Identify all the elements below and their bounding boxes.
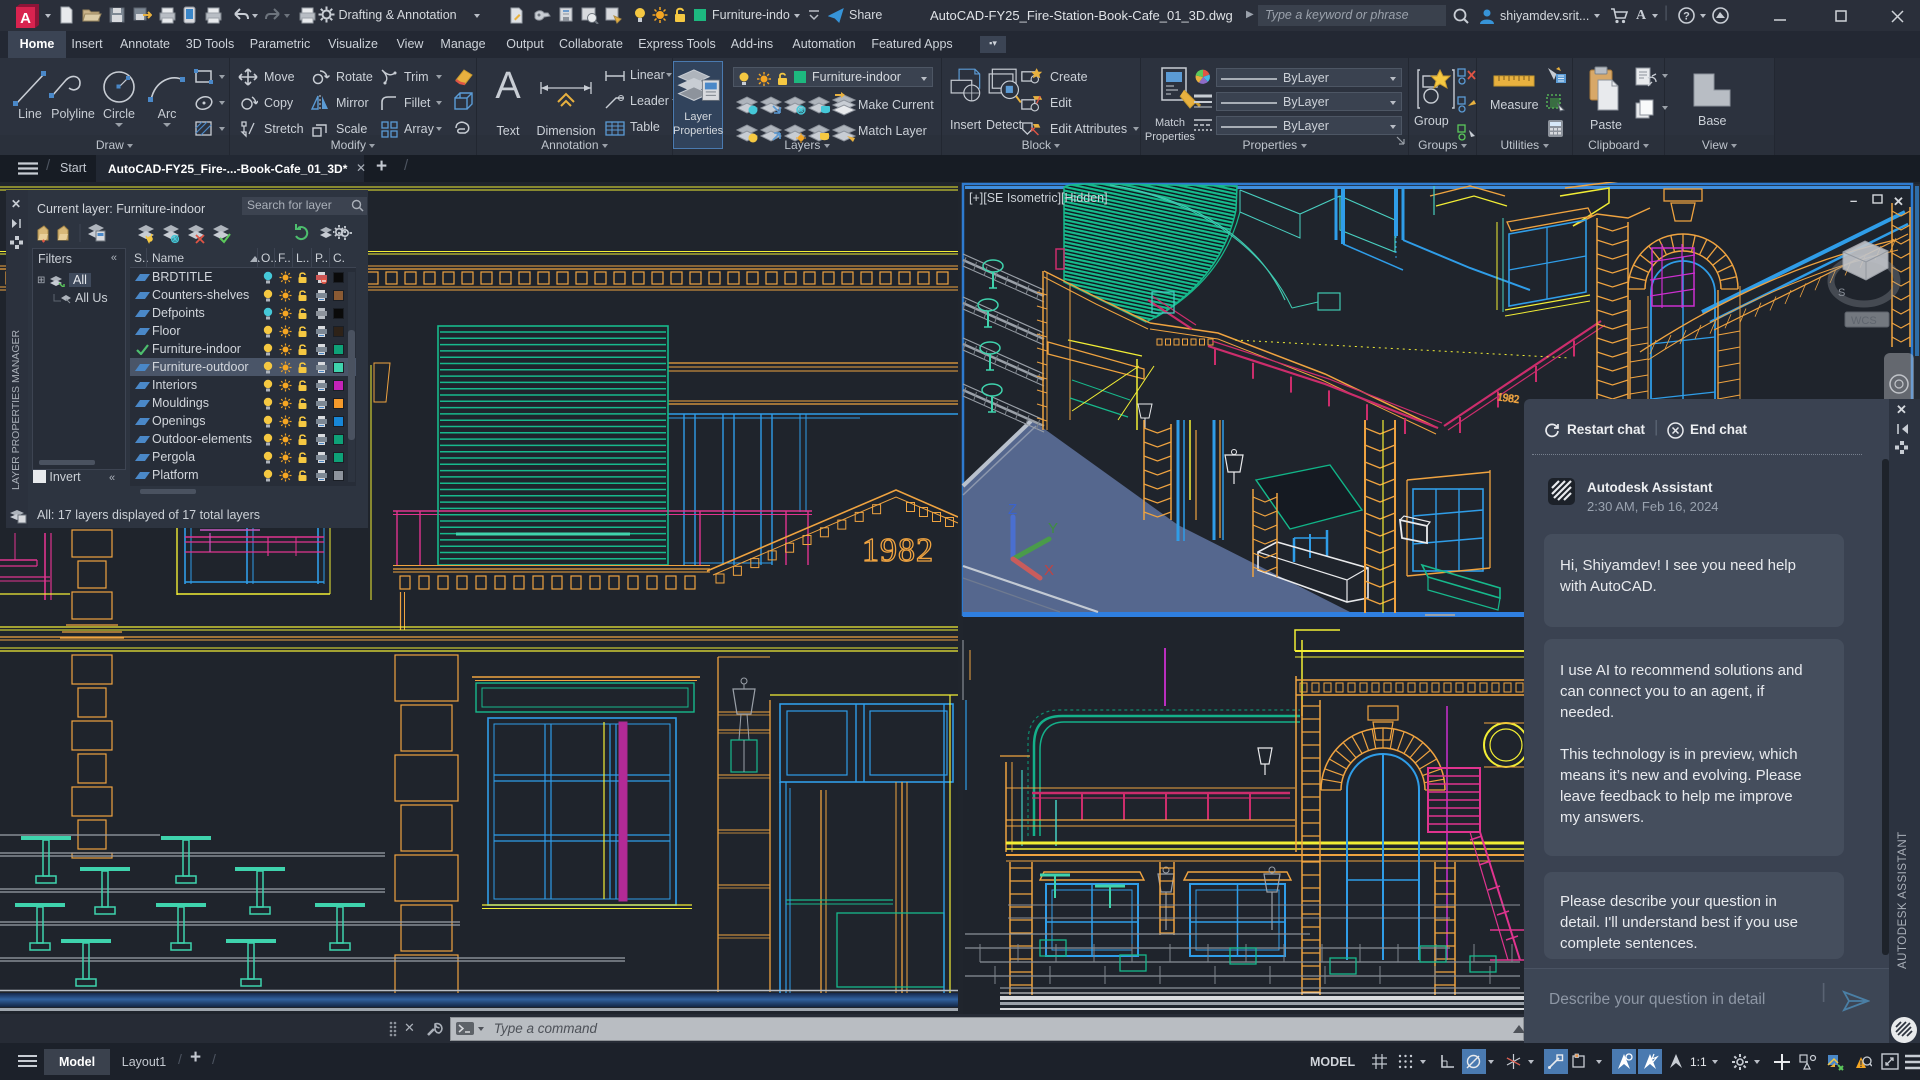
svg-text:[+][SE Isometric][Hidden]: [+][SE Isometric][Hidden] bbox=[969, 191, 1108, 205]
svg-text:Z: Z bbox=[1008, 501, 1017, 518]
svg-text:Circle: Circle bbox=[103, 107, 135, 121]
svg-text:S: S bbox=[1838, 287, 1845, 299]
svg-text:✕: ✕ bbox=[1893, 194, 1904, 209]
svg-text:A: A bbox=[20, 10, 31, 27]
svg-text:!: ! bbox=[1860, 1059, 1863, 1069]
svg-text:WCS: WCS bbox=[1851, 315, 1877, 327]
svg-text:1982: 1982 bbox=[862, 532, 934, 569]
svg-text:1982: 1982 bbox=[1497, 391, 1520, 406]
svg-text:Y: Y bbox=[1048, 520, 1058, 537]
svg-text:?: ? bbox=[1683, 11, 1690, 23]
svg-text:Arc: Arc bbox=[158, 107, 177, 121]
svg-text:–: – bbox=[1850, 193, 1857, 208]
svg-text:A: A bbox=[495, 66, 521, 107]
svg-text:Polyline: Polyline bbox=[51, 107, 95, 121]
svg-text:X: X bbox=[1044, 562, 1054, 579]
svg-text:Line: Line bbox=[18, 107, 42, 118]
